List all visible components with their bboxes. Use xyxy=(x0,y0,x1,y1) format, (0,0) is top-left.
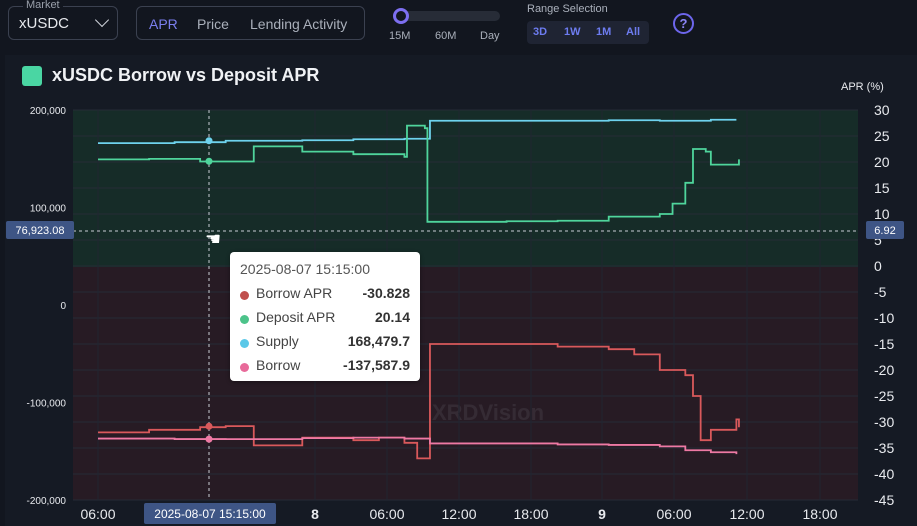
tooltip-row-deposit-apr: Deposit APR 20.14 xyxy=(240,309,410,329)
hand-cursor-icon: ☚ xyxy=(205,229,222,249)
left-tick-label: -100,000 xyxy=(27,399,67,410)
left-tick-label: 0 xyxy=(60,301,66,312)
x-tick-label: 8 xyxy=(311,506,319,522)
crosshair-left-label: 76,923.08 xyxy=(16,225,65,237)
right-tick-label: 20 xyxy=(874,154,890,170)
tooltip-series-value: -30.828 xyxy=(362,285,410,301)
legend-dot-icon xyxy=(240,339,249,348)
chart-tooltip: 2025-08-07 15:15:00 Borrow APR -30.828 D… xyxy=(230,252,420,381)
right-tick-label: -30 xyxy=(874,414,894,430)
x-tick-label: 18:00 xyxy=(802,506,837,522)
right-tick-label: -5 xyxy=(874,284,887,300)
watermark: XRDVision xyxy=(432,400,544,425)
right-tick-label: -20 xyxy=(874,362,894,378)
hover-marker xyxy=(205,157,213,165)
x-tick-label: 12:00 xyxy=(441,506,476,522)
x-tick-label: 9 xyxy=(598,506,606,522)
right-tick-label: -25 xyxy=(874,388,894,404)
legend-dot-icon xyxy=(240,315,249,324)
x-tick-label: 18:00 xyxy=(513,506,548,522)
tooltip-series-name: Supply xyxy=(256,333,299,349)
tooltip-series-value: 20.14 xyxy=(374,309,410,325)
left-tick-label: -200,000 xyxy=(27,496,67,507)
left-axis-ticks: 200,000 100,000 0 -100,000 -200,000 xyxy=(27,106,67,507)
left-tick-label: 200,000 xyxy=(30,106,67,117)
x-tick-label: 06:00 xyxy=(369,506,404,522)
tooltip-series-name: Deposit APR xyxy=(256,309,336,325)
right-axis-ticks: 302520151050-5-10-15-20-25-30-35-40-45 xyxy=(874,102,894,508)
legend-dot-icon xyxy=(240,291,249,300)
crosshair-right-label: 6.92 xyxy=(874,225,895,237)
right-tick-label: 30 xyxy=(874,102,890,118)
right-tick-label: -45 xyxy=(874,492,894,508)
right-tick-label: -40 xyxy=(874,466,894,482)
x-tick-label: 12:00 xyxy=(729,506,764,522)
right-tick-label: -35 xyxy=(874,440,894,456)
x-tick-label: 06:00 xyxy=(656,506,691,522)
right-tick-label: 0 xyxy=(874,258,882,274)
tooltip-row-supply: Supply 168,479.7 xyxy=(240,333,410,353)
tooltip-series-value: -137,587.9 xyxy=(343,357,410,373)
left-tick-label: 100,000 xyxy=(30,204,67,215)
hover-marker xyxy=(205,137,213,145)
tooltip-series-name: Borrow APR xyxy=(256,285,333,301)
right-tick-label: -10 xyxy=(874,310,894,326)
apr-chart[interactable]: XRDVision 200,000 100,000 0 -100,000 -200,00… xyxy=(0,0,917,526)
right-tick-label: 10 xyxy=(874,206,890,222)
tooltip-row-borrow-apr: Borrow APR -30.828 xyxy=(240,285,410,305)
right-tick-label: 15 xyxy=(874,180,890,196)
tooltip-row-borrow: Borrow -137,587.9 xyxy=(240,357,410,377)
negative-area-shade xyxy=(73,267,858,500)
legend-dot-icon xyxy=(240,363,249,372)
tooltip-series-name: Borrow xyxy=(256,357,301,373)
x-tick-label: 06:00 xyxy=(80,506,115,522)
crosshair-x-label: 2025-08-07 15:15:00 xyxy=(154,507,266,521)
right-tick-label: -15 xyxy=(874,336,894,352)
tooltip-series-value: 168,479.7 xyxy=(347,333,410,349)
hover-marker xyxy=(205,422,213,430)
right-tick-label: 25 xyxy=(874,128,890,144)
tooltip-time: 2025-08-07 15:15:00 xyxy=(240,261,370,277)
hover-marker xyxy=(205,435,213,443)
